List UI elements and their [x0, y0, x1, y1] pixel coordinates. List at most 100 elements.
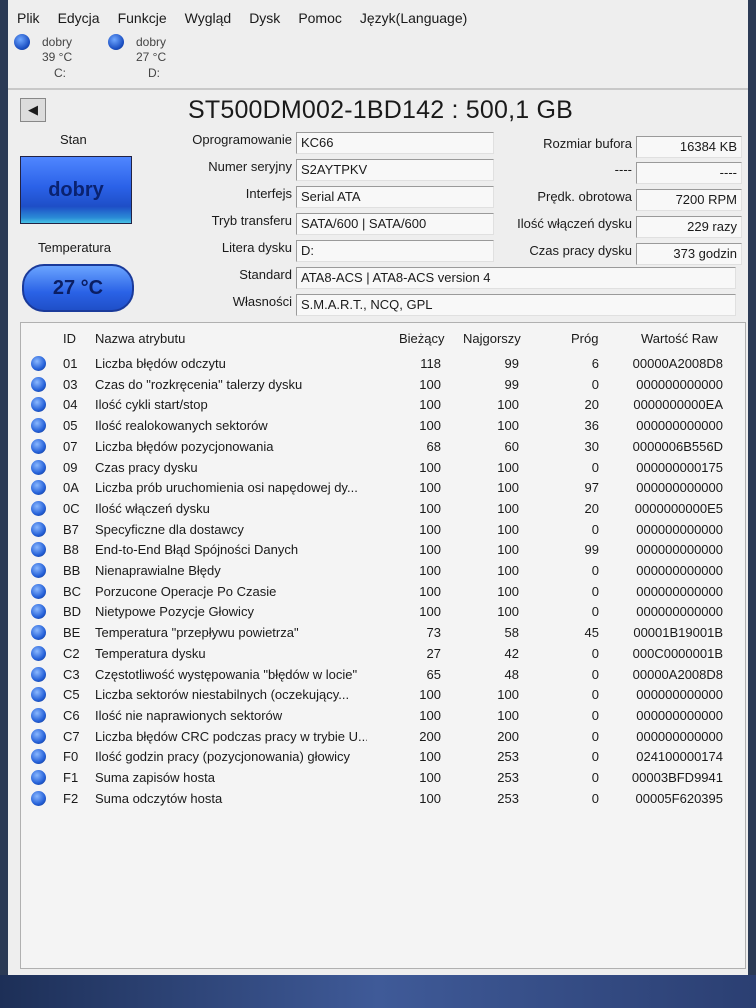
- cell-current: 100: [419, 770, 441, 785]
- column-header-raw[interactable]: Wartość Raw: [641, 331, 718, 346]
- cell-threshold: 0: [591, 707, 599, 723]
- cell-worst: 100: [497, 480, 519, 496]
- column-header-worst[interactable]: Najgorszy: [463, 331, 521, 346]
- table-row[interactable]: F1 Suma zapisów hosta 100 253 0 00003BFD9941: [21, 767, 745, 788]
- column-header-current[interactable]: Bieżący: [399, 331, 445, 346]
- column-header-id[interactable]: ID: [63, 331, 76, 346]
- cell-worst: 100: [497, 604, 519, 620]
- cell-id: 07: [63, 438, 78, 454]
- info-value: ----: [636, 162, 742, 184]
- cell-raw: 000000000000: [636, 707, 723, 723]
- cell-raw: 000000000000: [636, 376, 723, 392]
- menu-pomoc[interactable]: Pomoc: [289, 8, 351, 32]
- cell-current: 100: [419, 376, 441, 392]
- status-dot-icon: [31, 500, 46, 516]
- info-label: Interfejs: [245, 186, 292, 201]
- drive-bar: dobry 39 °C C: dobry 27 °C D:: [8, 32, 748, 90]
- disk-title: ST500DM002-1BD142 : 500,1 GB: [188, 96, 573, 124]
- cell-worst: 253: [497, 749, 519, 765]
- cell-worst: 60: [504, 438, 519, 454]
- cell-name: Temperatura "przepływu powietrza": [95, 625, 299, 641]
- table-row[interactable]: BC Porzucone Operacje Po Czasie 100 100 0 000…: [21, 581, 745, 602]
- cell-raw: 024100000174: [636, 749, 723, 765]
- status-dot-icon: [31, 376, 46, 392]
- cell-worst: 100: [497, 521, 519, 537]
- drive-status-icon: [108, 34, 124, 50]
- app-window: Plik Edycja Funkcje Wygląd Dysk Pomoc Ję…: [8, 0, 748, 975]
- info-value: 373 godzin: [636, 243, 742, 265]
- table-row[interactable]: 0A Liczba prób uruchomienia osi napędowej…: [21, 477, 745, 498]
- drive-c-button[interactable]: dobry 39 °C C:: [12, 32, 112, 86]
- table-row[interactable]: 07 Liczba błędów pozycjonowania 68 60 30 0000…: [21, 436, 745, 457]
- drive-d-button[interactable]: dobry 27 °C D:: [106, 32, 206, 86]
- cell-threshold: 36: [584, 418, 599, 434]
- table-row[interactable]: 09 Czas pracy dysku 100 100 0 000000000175: [21, 457, 745, 478]
- table-row[interactable]: C7 Liczba błędów CRC podczas pracy w tryb…: [21, 726, 745, 747]
- temperature-badge[interactable]: 27 °C: [22, 264, 134, 312]
- menu-funkcje[interactable]: Funkcje: [109, 8, 176, 32]
- cell-name: Suma zapisów hosta: [95, 770, 215, 785]
- cell-raw: 000000000000: [636, 563, 723, 578]
- menu-wyglad[interactable]: Wygląd: [176, 8, 241, 32]
- table-row[interactable]: B7 Specyficzne dla dostawcy 100 100 0 0000000…: [21, 519, 745, 540]
- column-header-name[interactable]: Nazwa atrybutu: [95, 331, 185, 346]
- cell-name: Nietypowe Pozycje Głowicy: [95, 604, 254, 620]
- table-row[interactable]: C5 Liczba sektorów niestabilnych (oczekuj…: [21, 684, 745, 705]
- status-dot-icon: [31, 728, 46, 744]
- status-dot-icon: [31, 480, 46, 496]
- cell-threshold: 0: [591, 749, 599, 765]
- previous-disk-button[interactable]: ◀: [20, 98, 46, 122]
- table-row[interactable]: 01 Liczba błędów odczytu 118 99 6 00000A2008D…: [21, 353, 745, 374]
- column-header-threshold[interactable]: Próg: [571, 331, 598, 346]
- taskbar: [0, 975, 756, 1008]
- cell-worst: 48: [504, 666, 519, 682]
- table-row[interactable]: B8 End-to-End Błąd Spójności Danych 100 100…: [21, 539, 745, 560]
- menu-language[interactable]: Język(Language): [351, 8, 476, 32]
- cell-threshold: 0: [591, 645, 599, 661]
- table-row[interactable]: 0C Ilość włączeń dysku 100 100 20 0000000000E…: [21, 498, 745, 519]
- info-value: S2AYTPKV: [296, 159, 494, 181]
- cell-name: End-to-End Błąd Spójności Danych: [95, 542, 299, 558]
- cell-name: Częstotliwość występowania "błędów w loc…: [95, 666, 358, 682]
- cell-id: C5: [63, 687, 80, 703]
- smart-attributes-table[interactable]: ID Nazwa atrybutu Bieżący Najgorszy Próg…: [20, 322, 746, 969]
- cell-id: C7: [63, 728, 80, 744]
- menu-dysk[interactable]: Dysk: [240, 8, 289, 32]
- cell-id: BC: [63, 583, 82, 599]
- health-label: Stan: [60, 132, 87, 147]
- info-label: Własności: [232, 294, 292, 309]
- cell-raw: 0000000000EA: [633, 397, 723, 413]
- cell-id: BE: [63, 625, 81, 641]
- cell-raw: 000000000000: [636, 542, 723, 558]
- table-row[interactable]: 03 Czas do "rozkręcenia" talerzy dysku 100…: [21, 374, 745, 395]
- cell-current: 100: [419, 563, 441, 578]
- drive-letter: C:: [54, 66, 66, 80]
- menu-plik[interactable]: Plik: [8, 8, 49, 32]
- table-row[interactable]: BD Nietypowe Pozycje Głowicy 100 100 0 000000…: [21, 601, 745, 622]
- status-dot-icon: [31, 397, 46, 413]
- table-row[interactable]: F0 Ilość godzin pracy (pozycjonowania) gł…: [21, 746, 745, 767]
- table-row[interactable]: F2 Suma odczytów hosta 100 253 0 00005F620395: [21, 788, 745, 809]
- cell-worst: 253: [497, 790, 519, 806]
- cell-worst: 100: [497, 542, 519, 558]
- table-row[interactable]: BB Nienaprawialne Błędy 100 100 0 00000000000…: [21, 560, 745, 581]
- health-status-button[interactable]: dobry: [20, 156, 132, 224]
- menu-edycja[interactable]: Edycja: [49, 8, 109, 32]
- status-dot-icon: [31, 438, 46, 454]
- cell-current: 200: [419, 728, 441, 744]
- table-row[interactable]: BE Temperatura "przepływu powietrza" 73 58 4…: [21, 622, 745, 643]
- info-label: Litera dysku: [221, 240, 292, 255]
- cell-raw: 00001B19001B: [633, 625, 723, 641]
- cell-name: Ilość włączeń dysku: [95, 500, 210, 516]
- cell-threshold: 0: [591, 604, 599, 620]
- table-row[interactable]: C6 Ilość nie naprawionych sektorów 100 100 0…: [21, 705, 745, 726]
- table-row[interactable]: 04 Ilość cykli start/stop 100 100 20 00000000…: [21, 394, 745, 415]
- cell-threshold: 0: [591, 521, 599, 537]
- status-dot-icon: [31, 666, 46, 682]
- table-row[interactable]: C3 Częstotliwość występowania "błędów w l…: [21, 664, 745, 685]
- table-row[interactable]: 05 Ilość realokowanych sektorów 100 100 36 00…: [21, 415, 745, 436]
- cell-name: Ilość realokowanych sektorów: [95, 418, 268, 434]
- table-row[interactable]: C2 Temperatura dysku 27 42 0 000C0000001B: [21, 643, 745, 664]
- drive-letter: D:: [148, 66, 160, 80]
- info-label: Numer seryjny: [208, 159, 292, 174]
